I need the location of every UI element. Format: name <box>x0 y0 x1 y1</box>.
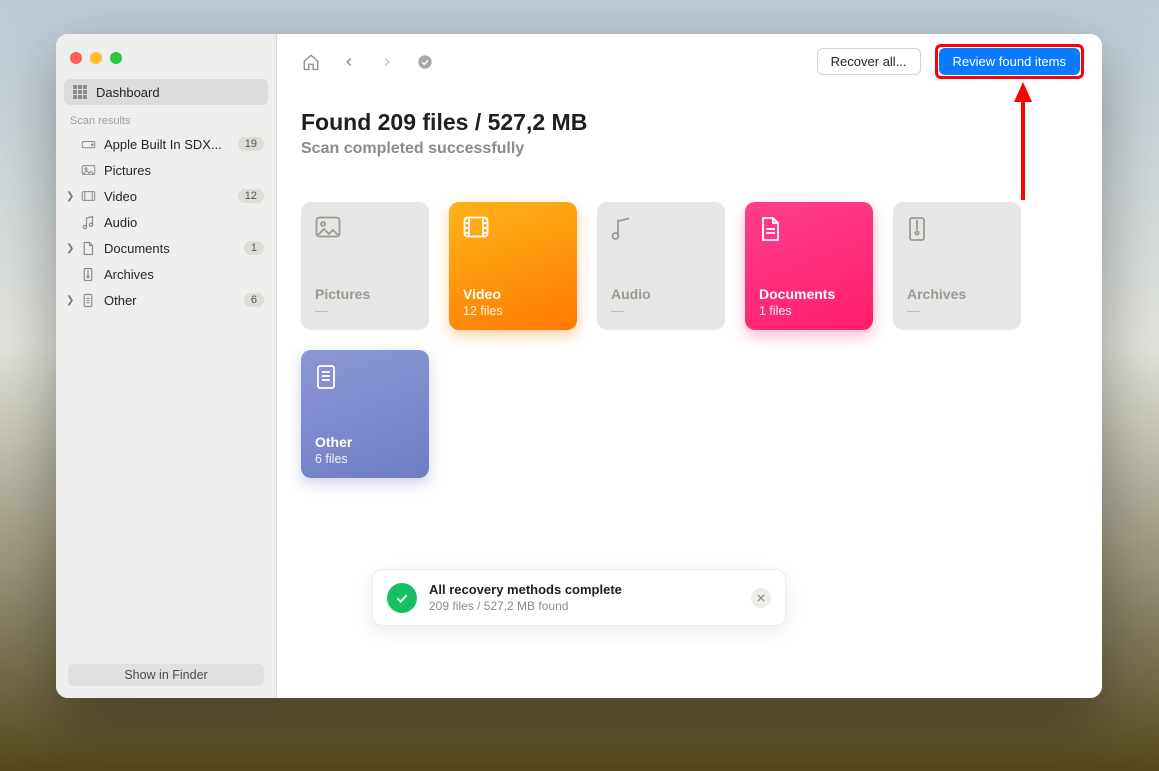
disk-icon <box>80 136 96 152</box>
toast-title: All recovery methods complete <box>429 582 622 597</box>
sidebar-item-picture[interactable]: Pictures <box>56 157 276 183</box>
sidebar-item-label: Other <box>104 293 137 308</box>
category-cards: Pictures — Video 12 files Audio — Documents 1 f… <box>301 202 1078 478</box>
card-subtitle: 12 files <box>463 304 563 318</box>
card-video[interactable]: Video 12 files <box>449 202 577 330</box>
card-subtitle: 1 files <box>759 304 859 318</box>
grid-icon <box>72 84 88 100</box>
sidebar-item-label: Documents <box>104 241 170 256</box>
card-other[interactable]: Other 6 files <box>301 350 429 478</box>
sidebar-item-label: Apple Built In SDX... <box>104 137 222 152</box>
minimize-window-button[interactable] <box>90 52 102 64</box>
card-title: Documents <box>759 286 859 302</box>
card-archives: Archives — <box>893 202 1021 330</box>
sidebar-item-archive[interactable]: Archives <box>56 261 276 287</box>
card-subtitle: — <box>907 304 1007 318</box>
sidebar-item-count: 12 <box>238 189 264 203</box>
recover-all-button[interactable]: Recover all... <box>817 48 921 75</box>
card-subtitle: 6 files <box>315 452 415 466</box>
card-title: Archives <box>907 286 1007 302</box>
app-window: Dashboard Scan results Apple Built In SD… <box>56 34 1102 698</box>
window-controls <box>56 44 276 79</box>
sidebar-item-disk[interactable]: Apple Built In SDX... 19 <box>56 131 276 157</box>
completion-toast: All recovery methods complete 209 files … <box>372 569 786 626</box>
card-title: Pictures <box>315 286 415 302</box>
sidebar-item-label: Archives <box>104 267 154 282</box>
pictures-icon <box>315 216 341 242</box>
card-title: Video <box>463 286 563 302</box>
video-icon <box>463 216 489 242</box>
toolbar: Recover all... Review found items <box>277 34 1102 87</box>
card-title: Other <box>315 434 415 450</box>
card-title: Audio <box>611 286 711 302</box>
chevron-right-icon: ❯ <box>66 243 74 254</box>
sidebar-item-label: Audio <box>104 215 137 230</box>
sidebar-item-count: 19 <box>238 137 264 151</box>
sidebar-item-label: Dashboard <box>96 85 160 100</box>
card-pictures: Pictures — <box>301 202 429 330</box>
picture-icon <box>80 162 96 178</box>
other-icon <box>80 292 96 308</box>
toast-close-button[interactable] <box>751 588 771 608</box>
sidebar-item-other[interactable]: ❯ Other 6 <box>56 287 276 313</box>
chevron-right-icon: ❯ <box>66 191 74 202</box>
success-check-icon <box>387 583 417 613</box>
video-icon <box>80 188 96 204</box>
archive-icon <box>80 266 96 282</box>
maximize-window-button[interactable] <box>110 52 122 64</box>
card-subtitle: — <box>611 304 711 318</box>
annotation-highlight: Review found items <box>935 44 1084 79</box>
toast-subtitle: 209 files / 527,2 MB found <box>429 599 622 613</box>
sidebar-item-video[interactable]: ❯ Video 12 <box>56 183 276 209</box>
document-icon <box>80 240 96 256</box>
sidebar-item-label: Video <box>104 189 137 204</box>
close-window-button[interactable] <box>70 52 82 64</box>
home-button[interactable] <box>299 50 323 74</box>
sidebar-item-label: Pictures <box>104 163 151 178</box>
back-button[interactable] <box>337 50 361 74</box>
forward-button[interactable] <box>375 50 399 74</box>
sidebar: Dashboard Scan results Apple Built In SD… <box>56 34 277 698</box>
audio-icon <box>80 214 96 230</box>
sidebar-section-header: Scan results <box>56 105 276 131</box>
toast-text: All recovery methods complete 209 files … <box>429 582 622 613</box>
documents-icon <box>759 216 785 242</box>
page-title: Found 209 files / 527,2 MB <box>301 109 1078 136</box>
card-documents[interactable]: Documents 1 files <box>745 202 873 330</box>
card-subtitle: — <box>315 304 415 318</box>
sidebar-footer: Show in Finder <box>56 652 276 698</box>
chevron-right-icon: ❯ <box>66 295 74 306</box>
other-icon <box>315 364 341 390</box>
sidebar-item-dashboard[interactable]: Dashboard <box>64 79 268 105</box>
sidebar-item-count: 1 <box>244 241 264 255</box>
show-in-finder-button[interactable]: Show in Finder <box>68 664 264 686</box>
main-panel: Recover all... Review found items Found … <box>277 34 1102 698</box>
card-audio: Audio — <box>597 202 725 330</box>
review-found-items-button[interactable]: Review found items <box>939 48 1080 75</box>
page-subtitle: Scan completed successfully <box>301 140 1078 158</box>
archives-icon <box>907 216 933 242</box>
audio-icon <box>611 216 637 242</box>
sidebar-item-document[interactable]: ❯ Documents 1 <box>56 235 276 261</box>
sidebar-item-count: 6 <box>244 293 264 307</box>
status-check-icon <box>413 50 437 74</box>
sidebar-item-audio[interactable]: Audio <box>56 209 276 235</box>
